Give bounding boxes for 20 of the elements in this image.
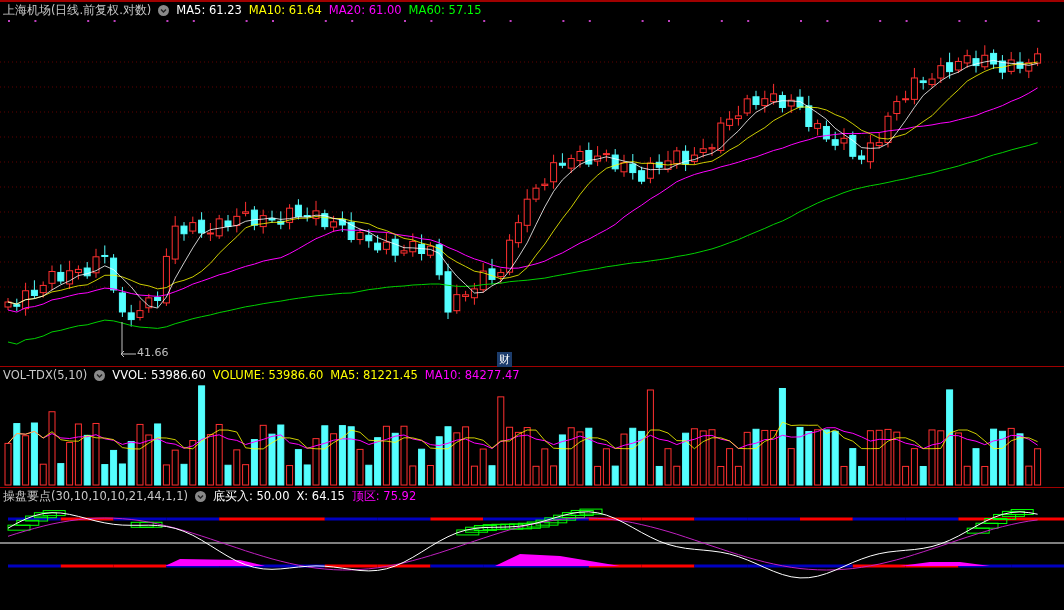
indicator-value: MA5: 61.23	[176, 3, 242, 17]
indicator-title: 操盘要点(30,10,10,10,21,44,1,1)	[3, 488, 188, 504]
indicator-value: MA60: 57.15	[408, 3, 482, 17]
dropdown-icon[interactable]	[94, 369, 106, 381]
indicator-value: 底买入: 50.00	[213, 488, 290, 504]
low-price-label: 41.66	[137, 346, 169, 359]
dropdown-icon[interactable]	[195, 490, 206, 502]
indicator-value: MA5: 81221.45	[330, 368, 418, 382]
indicator-value: MA10: 84277.47	[424, 368, 520, 382]
indicator-value: VOLUME: 53986.60	[212, 368, 324, 382]
dropdown-icon[interactable]	[158, 4, 170, 16]
indicator-value: X: 64.15	[296, 489, 345, 503]
indicator-value: 顶区: 75.92	[351, 488, 417, 504]
leader-line	[120, 321, 137, 358]
indicator-value: MA20: 61.00	[328, 3, 402, 17]
indicator-title: VOL-TDX(5,10)	[3, 368, 88, 382]
indicator-value: MA10: 61.64	[248, 3, 322, 17]
finance-badge[interactable]: 财	[497, 352, 512, 367]
indicator-value: VVOL: 53986.60	[112, 368, 206, 382]
indicator-title: 上海机场(日线.前复权.对数)	[3, 2, 152, 18]
